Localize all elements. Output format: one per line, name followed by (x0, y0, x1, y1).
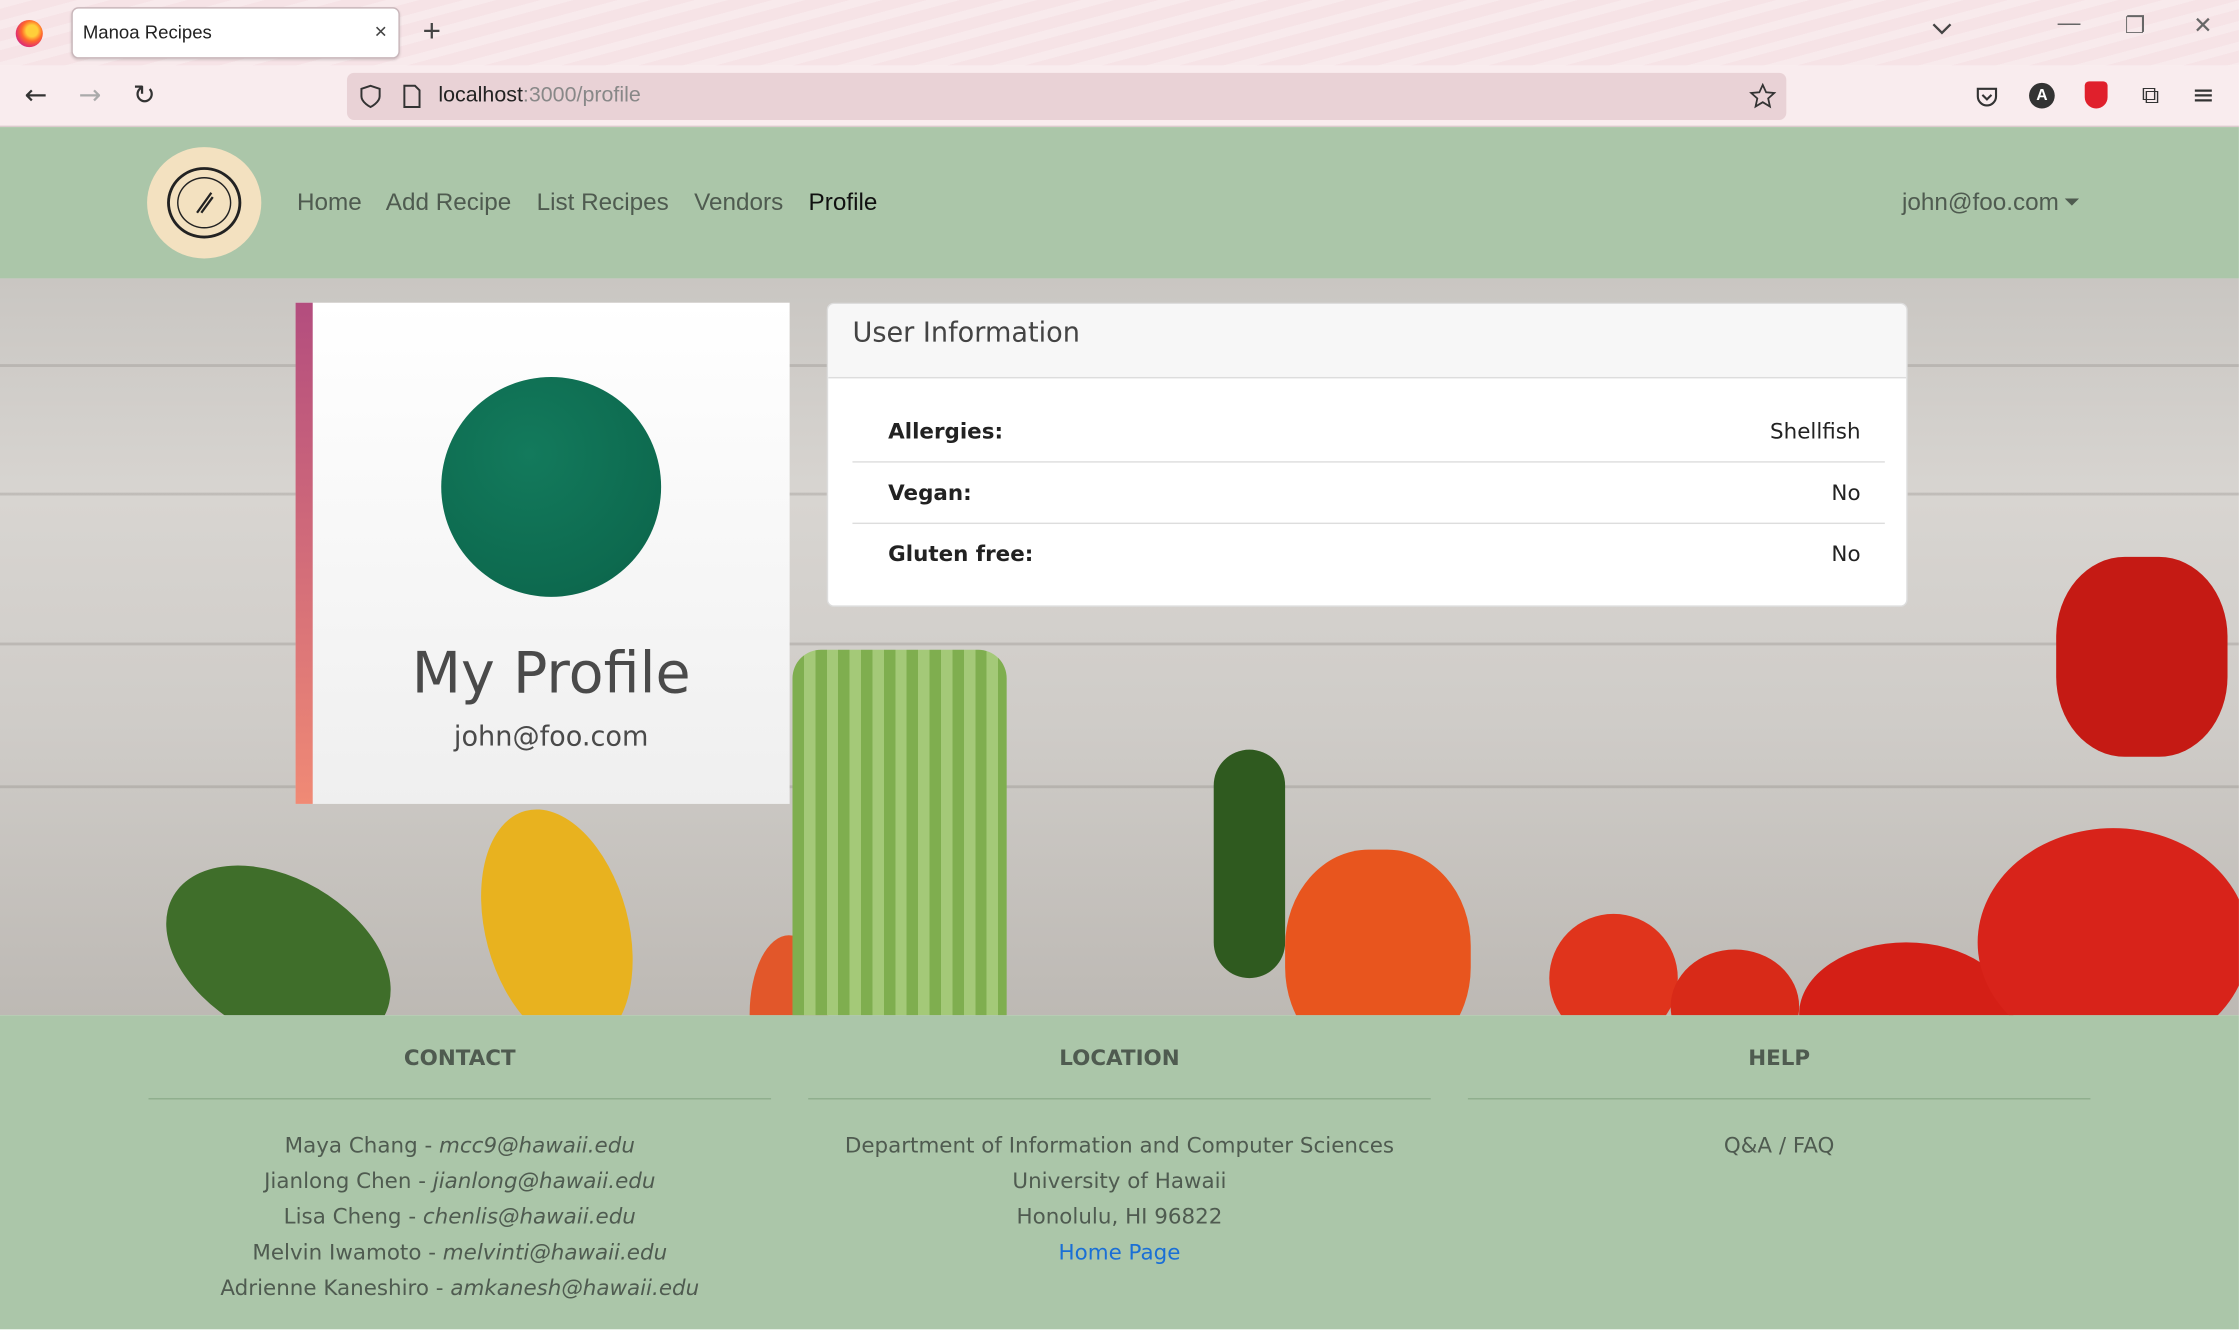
hamburger-menu-icon[interactable]: ≡ (2186, 79, 2220, 113)
close-window-button[interactable]: ✕ (2193, 11, 2212, 40)
info-row-allergies: Allergies: Shellfish (852, 401, 1885, 463)
profile-picture (441, 376, 662, 597)
info-label: Vegan: (888, 479, 972, 506)
reload-icon[interactable]: ↻ (127, 79, 161, 113)
bookmark-star-icon[interactable] (1749, 82, 1777, 110)
browser-tab[interactable]: Manoa Recipes × (71, 7, 400, 59)
info-value: No (1831, 541, 1861, 567)
home-page-link[interactable]: Home Page (808, 1235, 1431, 1271)
contact-email: mcc9@hawaii.edu (439, 1132, 635, 1159)
faq-link[interactable]: Q&A / FAQ (1468, 1128, 2091, 1164)
url-host: localhost (438, 82, 523, 108)
nav-add-recipe[interactable]: Add Recipe (386, 188, 511, 215)
nav-links: Home Add Recipe List Recipes Vendors Pro… (297, 188, 896, 217)
pocket-icon[interactable] (1975, 84, 1999, 108)
footer-contact: CONTACT Maya Chang - mcc9@hawaii.edu Jia… (148, 1015, 772, 1307)
info-label: Gluten free: (888, 541, 1034, 567)
contact-email: amkanesh@hawaii.edu (450, 1275, 700, 1301)
user-dropdown[interactable]: john@foo.com (1902, 188, 2079, 217)
contact-name: Lisa Cheng - (283, 1203, 423, 1230)
location-line: University of Hawaii (1012, 1168, 1227, 1194)
nav-list-recipes[interactable]: List Recipes (537, 188, 669, 215)
contact-email: melvinti@hawaii.edu (442, 1239, 668, 1266)
minimize-button[interactable]: — (2058, 11, 2081, 37)
zucchini-image (456, 792, 658, 1016)
extensions-puzzle-icon[interactable]: ⧉ (2133, 79, 2167, 113)
profile-email: john@foo.com (453, 721, 649, 753)
contact-line: Melvin Iwamoto - melvinti@hawaii.edu (149, 1235, 772, 1271)
info-label: Allergies: (888, 418, 1004, 445)
user-info-card: User Information Allergies: Shellfish Ve… (826, 302, 1908, 607)
utensils-icon (196, 192, 214, 214)
manoa-recipes-logo[interactable] (147, 147, 262, 259)
user-info-header: User Information (828, 304, 1907, 379)
back-arrow-icon[interactable]: ← (19, 79, 53, 113)
address-bar[interactable]: localhost:3000/profile (346, 72, 1787, 120)
browser-toolbar: ← → ↻ localhost:3000/profile A ⧉ ≡ (0, 65, 2239, 128)
profile-card-accent (295, 302, 313, 804)
cucumber-image (134, 827, 423, 1016)
contact-line: Lisa Cheng - chenlis@hawaii.edu (149, 1199, 772, 1235)
footer-heading: HELP (1748, 1045, 1811, 1071)
contact-email: chenlis@hawaii.edu (422, 1203, 636, 1230)
tomato-image (1670, 949, 1800, 1016)
user-email: john@foo.com (1901, 188, 2059, 216)
leek-image (792, 649, 1007, 1016)
contact-line: Maya Chang - mcc9@hawaii.edu (149, 1128, 772, 1164)
nav-vendors[interactable]: Vendors (694, 188, 783, 215)
contact-line: Adrienne Kaneshiro - amkanesh@hawaii.edu (149, 1271, 772, 1307)
close-tab-icon[interactable]: × (374, 9, 387, 58)
firefox-logo-icon (15, 19, 43, 48)
page-icon (403, 84, 421, 108)
tomato-image (1977, 828, 2239, 1016)
contact-name: Maya Chang - (284, 1132, 440, 1159)
footer-divider (808, 1098, 1431, 1100)
contact-name: Melvin Iwamoto - (252, 1239, 443, 1266)
nav-home[interactable]: Home (297, 188, 362, 215)
new-tab-button[interactable]: + (423, 13, 441, 50)
app-navbar: Home Add Recipe List Recipes Vendors Pro… (0, 127, 2239, 279)
info-row-gluten-free: Gluten free: No (852, 524, 1884, 585)
url-path: :3000/profile (522, 82, 641, 108)
location-line: Honolulu, HI 96822 (1016, 1203, 1223, 1230)
tab-strip: Manoa Recipes × + — ❐ ✕ (0, 0, 2239, 66)
profile-title: My Profile (411, 641, 691, 707)
ublock-shield-icon[interactable] (2084, 81, 2108, 109)
nav-profile[interactable]: Profile (809, 188, 878, 215)
info-value: Shellfish (1770, 418, 1861, 445)
forward-arrow-icon[interactable]: → (73, 79, 107, 113)
shield-icon (360, 84, 381, 109)
footer-divider (148, 1098, 772, 1100)
profile-card: My Profile john@foo.com (295, 302, 790, 804)
red-pepper-image (2056, 556, 2228, 757)
account-avatar-icon[interactable]: A (2029, 82, 2055, 109)
browser-window: Manoa Recipes × + — ❐ ✕ ← → ↻ localhost:… (0, 0, 2239, 1330)
contact-email: jianlong@hawaii.edu (432, 1168, 656, 1194)
tab-list-chevron-icon[interactable] (1931, 17, 1954, 40)
info-value: No (1831, 479, 1861, 506)
orange-pepper-image (1285, 849, 1471, 1016)
contact-name: Jianlong Chen - (264, 1168, 433, 1194)
footer-location: LOCATION Department of Information and C… (808, 1015, 1431, 1271)
info-row-vegan: Vegan: No (852, 463, 1885, 525)
tab-title: Manoa Recipes (82, 21, 212, 43)
site-footer: CONTACT Maya Chang - mcc9@hawaii.edu Jia… (0, 1015, 2239, 1330)
footer-help: HELP Q&A / FAQ (1467, 1015, 2091, 1164)
tomato-image (1549, 913, 1678, 1016)
footer-divider (1467, 1098, 2091, 1100)
chili-pepper-image (1213, 749, 1286, 979)
url-text[interactable]: localhost:3000/profile (438, 83, 640, 107)
contact-name: Adrienne Kaneshiro - (220, 1275, 451, 1301)
footer-heading: LOCATION (1059, 1045, 1180, 1071)
footer-heading: CONTACT (403, 1045, 516, 1071)
restore-button[interactable]: ❐ (2125, 11, 2145, 40)
caret-down-icon (2064, 198, 2079, 206)
contact-line: Jianlong Chen - jianlong@hawaii.edu (149, 1164, 772, 1200)
location-line: Department of Information and Computer S… (844, 1132, 1395, 1159)
